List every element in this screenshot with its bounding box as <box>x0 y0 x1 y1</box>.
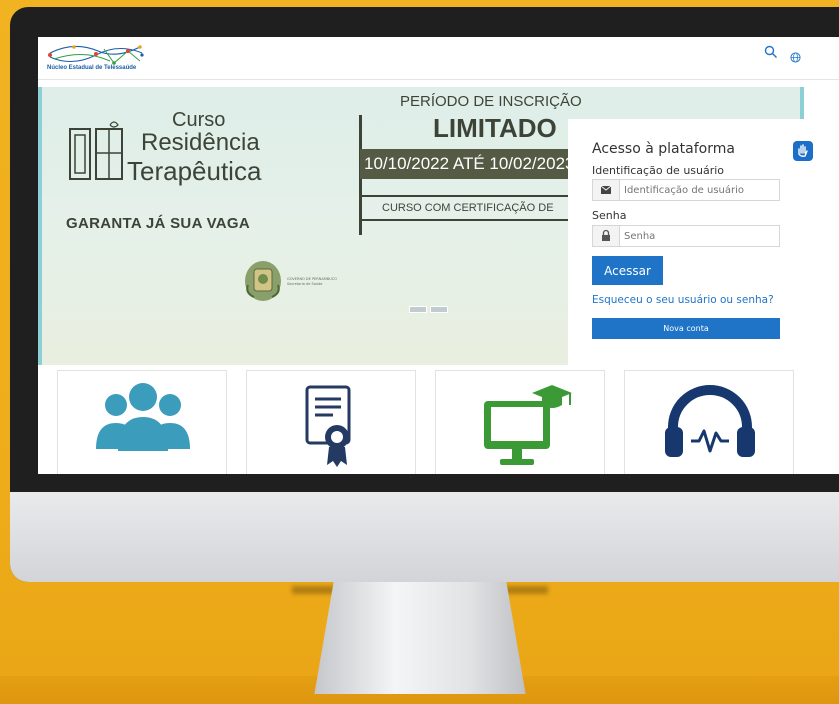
password-input[interactable] <box>620 226 782 246</box>
card-audio[interactable] <box>624 370 794 474</box>
card-certificate[interactable] <box>246 370 416 474</box>
banner-course-name-2: Terapêutica <box>127 156 262 186</box>
feature-cards <box>38 365 839 474</box>
headphones-icon <box>665 385 755 457</box>
banner-course-name-1: Residência <box>141 129 260 156</box>
banner-limited-label: LIMITADO <box>433 113 557 143</box>
carousel-indicator-2[interactable] <box>430 306 448 313</box>
search-icon[interactable] <box>764 45 778 59</box>
card-community[interactable] <box>57 370 227 474</box>
people-group-icon <box>96 383 190 451</box>
window-butterfly-icon <box>69 121 123 180</box>
lock-icon <box>593 226 620 246</box>
government-subtext: Secretaria de Saúde <box>287 282 323 286</box>
login-panel: Acesso à plataforma Identificação de usu… <box>568 119 806 365</box>
envelope-icon <box>593 180 620 200</box>
forgot-password-link[interactable]: Esqueceu o seu usuário ou senha? <box>592 294 774 306</box>
username-label: Identificação de usuário <box>592 164 725 177</box>
banner-period-label: PERÍODO DE INSCRIÇÃO <box>400 93 582 110</box>
government-label: GOVERNO DE PERNAMBUCO Secretaria de Saúd… <box>287 277 337 287</box>
card-online-course[interactable] <box>435 370 605 474</box>
accessibility-hand-icon[interactable] <box>793 141 813 161</box>
online-course-icon <box>484 385 572 465</box>
monitor-chin <box>10 492 839 582</box>
banner-cta-text: GARANTA JÁ SUA VAGA <box>66 215 251 232</box>
certificate-icon <box>305 385 351 467</box>
site-logo-text: Núcleo Estadual de Telessaúde <box>47 65 137 71</box>
password-field[interactable] <box>592 225 782 247</box>
username-field[interactable] <box>592 179 782 201</box>
login-title: Acesso à plataforma <box>592 141 735 157</box>
password-label: Senha <box>592 209 627 222</box>
new-account-button[interactable]: Nova conta <box>592 318 780 339</box>
login-submit-button[interactable]: Acessar <box>592 256 663 285</box>
monitor-screen: Núcleo Estadual de Telessaúde Curso Resi… <box>38 37 839 474</box>
top-navbar: Núcleo Estadual de Telessaúde <box>38 37 839 80</box>
carousel-indicator-1[interactable] <box>409 306 427 313</box>
globe-icon[interactable] <box>790 52 801 63</box>
monitor-stand <box>314 582 526 694</box>
username-input[interactable] <box>620 180 782 200</box>
pernambuco-seal-icon <box>245 261 281 301</box>
